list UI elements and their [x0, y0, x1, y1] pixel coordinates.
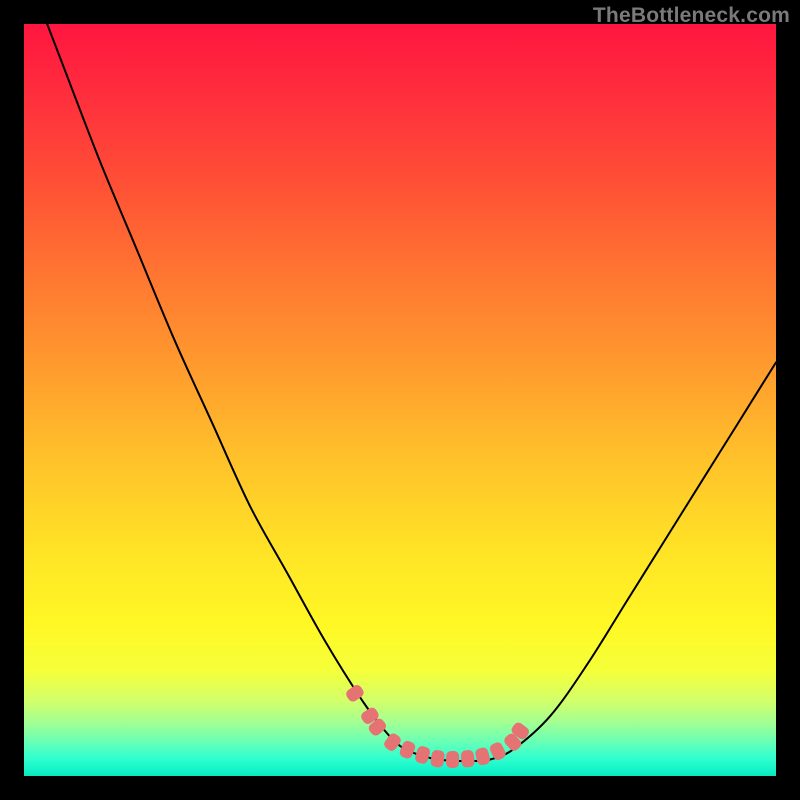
- curve-marker: [382, 731, 403, 752]
- bottleneck-curve: [24, 24, 776, 761]
- curve-marker: [414, 745, 431, 765]
- curve-marker: [446, 751, 459, 768]
- chart-frame: TheBottleneck.com: [0, 0, 800, 800]
- marker-layer: [344, 683, 531, 768]
- curve-marker: [474, 747, 491, 767]
- curve-layer: [24, 24, 776, 761]
- plot-area: [24, 24, 776, 776]
- curve-marker: [398, 739, 417, 760]
- chart-svg: [24, 24, 776, 776]
- watermark-label: TheBottleneck.com: [593, 4, 790, 28]
- curve-marker: [430, 749, 445, 768]
- curve-marker: [460, 750, 475, 768]
